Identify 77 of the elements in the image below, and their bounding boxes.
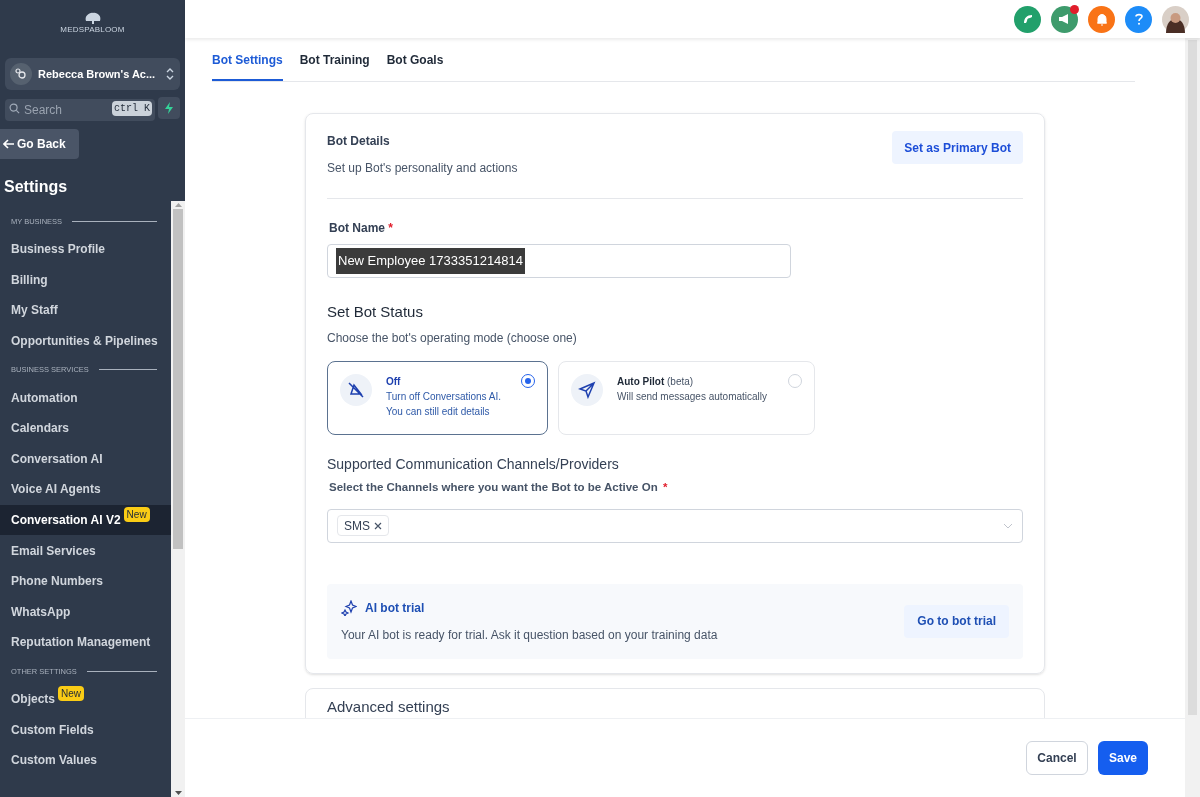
nav-item[interactable]: Email Services	[0, 535, 171, 566]
chevron-updown-icon	[165, 66, 175, 82]
nav-item[interactable]: My Staff	[0, 295, 171, 326]
logo-text: MEDSPABLOOM	[60, 24, 125, 36]
field-label: Select the Channels where you want the Bot to be Active On	[329, 480, 658, 493]
scrollbar[interactable]	[171, 201, 185, 797]
help-button[interactable]	[1125, 5, 1152, 33]
account-switcher[interactable]: Rebecca Brown's Ac...	[5, 58, 180, 90]
account-icon	[10, 63, 32, 85]
trial-description: Your AI bot is ready for trial. Ask it question based on your training data	[341, 626, 718, 644]
selected-text: New Employee 1733351214814	[336, 248, 526, 274]
tab[interactable]: Bot Settings	[212, 51, 283, 81]
nav-item[interactable]: Automation	[0, 382, 171, 413]
bell-icon	[1095, 12, 1108, 26]
nav-item[interactable]: Business Profile	[0, 234, 171, 265]
section-title: Bot Details	[327, 133, 391, 150]
nav-item[interactable]: Objects New	[0, 683, 171, 715]
section-heading: Advanced settings	[327, 698, 450, 715]
section-heading: Supported Communication Channels/Providers	[327, 454, 620, 474]
required-mark: *	[388, 221, 394, 235]
close-icon[interactable]	[374, 521, 382, 530]
settings-title: Settings	[3, 177, 69, 197]
bot-name-field[interactable]: New Employee 1733351214814	[327, 244, 791, 278]
megaphone-icon	[1058, 13, 1071, 25]
nav-item[interactable]: Conversation AI	[0, 443, 171, 475]
nav-item[interactable]: WhatsApp	[0, 596, 171, 628]
avatar[interactable]	[1162, 5, 1189, 33]
mode-option[interactable]: Off Turn off Conversations AI. You can still edit details	[327, 360, 548, 435]
nav-item[interactable]: Opportunities & Pipelines	[0, 325, 171, 357]
channels-select[interactable]: SMS	[327, 508, 1023, 543]
new-badge: New	[58, 685, 85, 701]
save-button[interactable]: Save	[1098, 741, 1148, 775]
chevron-down-icon	[1003, 522, 1013, 529]
field-label: Bot Name	[329, 221, 385, 235]
nav-item[interactable]: Custom Fields	[0, 714, 171, 745]
tab[interactable]: Bot Training	[299, 51, 370, 81]
quick-action-button[interactable]	[158, 97, 180, 119]
section-heading: Set Bot Status	[327, 302, 424, 322]
nav-item[interactable]: Calendars	[0, 412, 171, 444]
section-subtitle: Set up Bot's personality and actions	[327, 160, 518, 177]
option-description: Will send messages automatically	[617, 389, 769, 404]
option-title: Auto Pilot (beta)	[617, 374, 695, 389]
bolt-icon	[164, 102, 174, 114]
tab[interactable]: Bot Goals	[386, 51, 444, 81]
sparkles-icon	[341, 599, 357, 616]
section-subtitle: Choose the bot's operating mode (choose one)	[327, 329, 578, 347]
scroll-up-icon[interactable]	[174, 203, 182, 207]
nav-item[interactable]: Billing	[0, 264, 171, 296]
send-icon	[578, 380, 596, 399]
option-title: Off	[386, 374, 402, 389]
nav-item[interactable]: Custom Values	[0, 744, 171, 776]
question-icon	[1134, 13, 1143, 25]
go-back-button[interactable]: Go Back	[0, 129, 79, 159]
nav-item[interactable]: Voice AI Agents	[0, 474, 171, 505]
option-description: Turn off Conversations AI.	[386, 389, 503, 404]
announcement-button[interactable]	[1051, 5, 1078, 33]
notifications-button[interactable]	[1088, 5, 1115, 33]
trial-title: AI bot trial	[365, 599, 425, 617]
nav-item[interactable]: Phone Numbers	[0, 565, 171, 597]
nav-item[interactable]: Reputation Management	[0, 627, 171, 658]
primary-bot-button[interactable]: Set as Primary Bot	[892, 131, 1023, 164]
scroll-down-icon[interactable]	[174, 791, 182, 795]
phone-button[interactable]	[1014, 5, 1041, 33]
option-description: You can still edit details	[386, 404, 491, 419]
mode-option[interactable]: Auto Pilot (beta) Will send messages automatically	[558, 360, 815, 435]
new-badge: New	[123, 506, 150, 522]
channel-tag: SMS	[337, 515, 389, 537]
bot-trial-button[interactable]: Go to bot trial	[904, 604, 1009, 638]
scrollbar[interactable]	[1185, 38, 1200, 797]
bell-off-icon	[347, 380, 365, 399]
arrow-left-icon	[3, 139, 15, 149]
nav-item[interactable]: Conversation AI V2 New	[0, 504, 171, 536]
phone-icon	[1021, 13, 1034, 25]
required-mark: *	[662, 480, 668, 493]
shortcut-key: ctrl K	[112, 101, 152, 116]
cancel-button[interactable]: Cancel	[1026, 741, 1088, 775]
search-icon	[9, 103, 20, 114]
